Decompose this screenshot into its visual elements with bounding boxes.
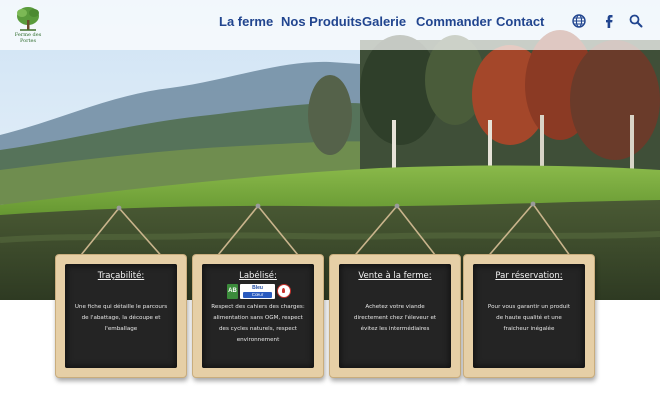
board-text: Achetez votre viande directement chez l'…	[345, 302, 445, 335]
nav-nos-produits[interactable]: Nos Produits	[281, 14, 362, 34]
board-line: de l'abattage, la découpe et	[81, 315, 161, 321]
farm-logo[interactable]: Ferme des Portes	[8, 4, 48, 44]
board-title: Vente à la ferme:	[358, 271, 432, 281]
board-title: Par réservation:	[495, 271, 563, 281]
board-line: évitez les intermédiaires	[360, 326, 430, 332]
chalkboard-labelise: Labélisé: AB Bleu Cœur Respect des cahie…	[192, 196, 324, 384]
badge-bleu-top: Bleu	[252, 285, 263, 291]
board-line: alimentation sans OGM, respect	[213, 315, 303, 321]
search-icon[interactable]	[627, 12, 645, 30]
board-line: Pour vous garantir un produit	[487, 304, 571, 310]
page: Ferme des Portes La ferme Nos Produits G…	[0, 0, 660, 413]
board-frame: Traçabilité: Une fiche qui détaille le p…	[55, 254, 187, 378]
board-slate: Par réservation: Pour vous garantir un p…	[473, 264, 585, 368]
board-slate: Labélisé: AB Bleu Cœur Respect des cahie…	[202, 264, 314, 368]
site-header: Ferme des Portes La ferme Nos Produits G…	[0, 0, 660, 50]
board-line: Respect des cahiers des charges:	[211, 304, 305, 310]
board-line: de haute qualité et une	[496, 315, 562, 321]
board-title: Traçabilité:	[97, 271, 145, 281]
logo-text: Ferme des Portes	[14, 32, 42, 44]
board-title: Labélisé:	[239, 271, 277, 281]
nav-contact[interactable]: Contact	[496, 14, 544, 34]
chalkboard-vente-a-la-ferme: Vente à la ferme: Achetez votre viande d…	[329, 196, 461, 384]
board-line: environnement	[236, 337, 280, 343]
board-frame: Par réservation: Pour vous garantir un p…	[463, 254, 595, 378]
board-line: Une fiche qui détaille le parcours	[74, 304, 168, 310]
organic-ab-badge: AB	[227, 284, 238, 299]
bleu-blanc-coeur-badge: Bleu Cœur	[240, 284, 275, 299]
board-line: fraicheur inégalée	[503, 326, 555, 332]
nav-la-ferme[interactable]: La ferme	[219, 14, 273, 34]
badge-bleu-bottom: Cœur	[243, 292, 272, 298]
board-frame: Vente à la ferme: Achetez votre viande d…	[329, 254, 461, 378]
board-line: directement chez l'éleveur et	[353, 315, 437, 321]
label-badges: AB Bleu Cœur	[210, 284, 306, 299]
facebook-icon[interactable]	[600, 12, 618, 30]
board-text: Pour vous garantir un produit de haute q…	[479, 302, 579, 335]
board-line: des cycles naturels, respect	[219, 326, 297, 332]
board-line: Achetez votre viande	[365, 304, 425, 310]
chalkboard-par-reservation: Par réservation: Pour vous garantir un p…	[463, 196, 595, 384]
board-text: Respect des cahiers des charges: aliment…	[208, 302, 308, 346]
sans-ogm-badge	[277, 284, 291, 298]
board-line: l'emballage	[104, 326, 138, 332]
globe-icon[interactable]	[570, 12, 588, 30]
board-text: Une fiche qui détaille le parcours de l'…	[71, 302, 171, 335]
nav-commander[interactable]: Commander	[416, 14, 492, 34]
board-slate: Traçabilité: Une fiche qui détaille le p…	[65, 264, 177, 368]
nav-galerie[interactable]: Galerie	[362, 14, 406, 34]
chalkboard-tracabilite: Traçabilité: Une fiche qui détaille le p…	[55, 196, 187, 384]
board-slate: Vente à la ferme: Achetez votre viande d…	[339, 264, 451, 368]
board-frame: Labélisé: AB Bleu Cœur Respect des cahie…	[192, 254, 324, 378]
